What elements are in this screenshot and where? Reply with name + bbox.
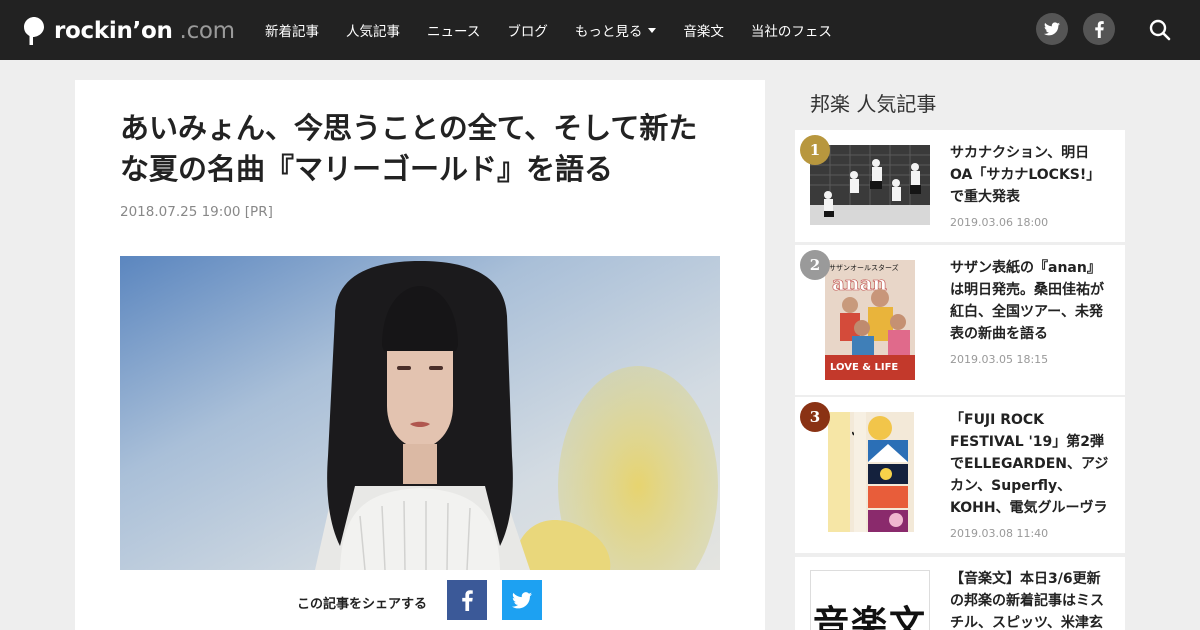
chevron-down-icon [648,27,657,33]
main-nav: 新着記事 人気記事 ニュース ブログ もっと見る 音楽文 当社のフェス [265,0,859,60]
ranking-item-title: 【音楽文】本日3/6更新の邦楽の新着記事はミスチル、スピッツ、米津玄 [950,571,1104,630]
ranking-item-title: 「FUJI ROCK FESTIVAL '19」第2弾でELLEGARDEN、ア… [950,412,1109,516]
ranking-item-title: サカナクション、明日OA「サカナLOCKS!」で重大発表 [950,145,1101,205]
search-icon[interactable] [1148,18,1172,42]
nav-item-more-label: もっと見る [574,24,643,40]
ranking-item-3[interactable]: FUJI ROCK FESTIVAL'19 3 「FUJI ROCK FESTI… [795,397,1125,553]
twitter-icon [1044,22,1060,36]
rank-badge-1: 1 [800,135,830,165]
site-logo[interactable]: rockin’on .com [24,16,235,46]
nav-item-festivals[interactable]: 当社のフェス [751,20,832,40]
ranking-item-date: 2019.03.05 18:15 [950,353,1049,366]
nav-item-news[interactable]: ニュース [427,20,480,40]
site-header: rockin’on .com 新着記事 人気記事 ニュース ブログ もっと見る … [0,0,1200,60]
nav-item-more[interactable]: もっと見る [575,20,657,40]
ranking-item-date: 2019.03.08 11:40 [950,527,1049,540]
ranking-thumbnail: FUJI ROCK FESTIVAL'19 [810,412,930,532]
share-label: この記事をシェアする [297,597,428,612]
rank-badge-3: 3 [800,402,830,432]
ranking-item-title: サザン表紙の『anan』は明日発売。桑田佳祐が紅白、全国ツアー、未発表の新曲を語… [950,260,1104,342]
article-title: あいみょん、今思うことの全て、そして新たな夏の名曲『マリーゴールド』を語る [120,111,698,186]
logo-domain: .com [172,18,236,44]
facebook-button[interactable] [1083,13,1115,45]
ranking-item-1[interactable]: 1 サカナクション、明日OA「サカナLOCKS!」で重大発表 2019.03.0… [795,130,1125,242]
nav-item-blog[interactable]: ブログ [507,20,548,40]
ranking-item-2[interactable]: サザンオールスターズ anan LOVE & LIFE 2 サザン表紙の『ana… [795,245,1125,395]
facebook-icon [1094,20,1104,38]
magazine-cover-bottom-text: LOVE & LIFE [830,362,898,373]
nav-item-popular[interactable]: 人気記事 [346,20,400,40]
ranking-item-date: 2019.03.06 18:00 [950,216,1049,229]
twitter-icon [512,591,532,608]
article-card: あいみょん、今思うことの全て、そして新たな夏の名曲『マリーゴールド』を語る 20… [75,80,765,630]
nav-item-new[interactable]: 新着記事 [265,20,319,40]
share-bar: この記事をシェアする [75,580,765,620]
ranking-thumbnail: 音楽文 [810,570,930,630]
nav-item-ongakubun[interactable]: 音楽文 [683,20,724,40]
facebook-icon [461,589,473,611]
thumbnail-text: 音楽文 [812,604,927,630]
sidebar-title: 邦楽 人気記事 [810,92,937,116]
share-twitter-button[interactable] [502,580,542,620]
rank-badge-2: 2 [800,250,830,280]
article-hero-image [120,256,720,570]
logo-pin-icon [24,17,44,45]
share-facebook-button[interactable] [447,580,487,620]
article-date: 2018.07.25 19:00 [PR] [120,204,273,220]
twitter-button[interactable] [1036,13,1068,45]
logo-text: rockin’on [54,18,173,44]
ranking-item-4[interactable]: 音楽文 【音楽文】本日3/6更新の邦楽の新着記事はミスチル、スピッツ、米津玄 [795,557,1125,630]
ranking-thumbnail: サザンオールスターズ anan LOVE & LIFE [810,260,930,380]
